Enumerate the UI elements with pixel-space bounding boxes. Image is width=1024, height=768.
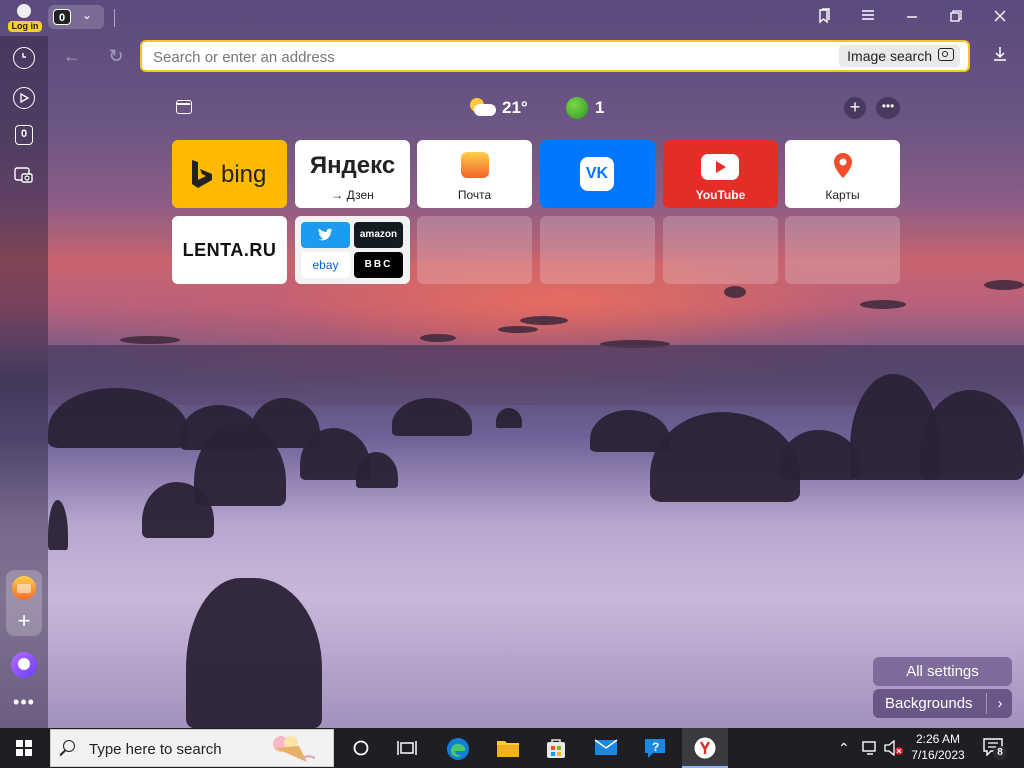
clock-time: 2:26 AM [915,732,961,746]
address-input[interactable] [151,46,815,68]
login-label: Log in [8,21,42,32]
login-button[interactable]: Log in [6,3,42,33]
add-app-icon[interactable]: + [12,610,36,632]
network-icon[interactable] [862,740,880,756]
back-arrow-icon[interactable]: ← [62,46,82,66]
tile-lenta[interactable]: LENTA.RU [172,216,287,284]
history-icon[interactable] [13,47,35,69]
taskbar-search-box[interactable]: Type here to search [50,729,334,767]
cortana-icon[interactable] [350,737,374,759]
download-icon[interactable] [990,46,1010,66]
notification-count: 8 [993,746,1007,760]
temperature: 21° [502,98,528,117]
screenshot-icon[interactable] [13,166,35,188]
bookmarks-icon[interactable] [814,8,834,28]
twitter-tile[interactable] [301,222,350,248]
edge-icon[interactable] [446,737,470,760]
tile-vk[interactable]: VK [540,140,655,208]
mail-icon[interactable] [594,737,618,759]
tile-multi[interactable]: amazon ebay BBC [295,216,410,284]
bing-label: bing [221,161,267,188]
reload-icon[interactable]: ↻ [106,46,126,66]
backgrounds-button[interactable]: Backgrounds › [873,689,1012,718]
map-pin-icon [834,153,852,178]
amazon-tile[interactable]: amazon [354,222,403,248]
taskbar-search-placeholder: Type here to search [89,741,222,758]
youtube-play-icon [701,154,739,180]
mail-envelope-icon [461,152,489,178]
more-icon[interactable]: ••• [12,692,36,713]
search-icon [63,740,75,752]
play-icon[interactable] [13,87,35,109]
maps-label: Карты [825,188,860,202]
volume-muted-icon[interactable] [884,740,904,756]
tile-mail[interactable]: Почта [417,140,532,208]
image-search-label: Image search [847,48,932,64]
tile-bing[interactable]: bing [172,140,287,208]
youtube-label: YouTube [695,188,746,202]
mail-label: Почта [457,188,492,202]
image-search-button[interactable]: Image search [839,45,960,67]
bing-logo-icon [192,160,212,188]
more-options-button[interactable]: ••• [876,97,900,119]
traffic-ball-icon[interactable] [566,97,588,119]
file-explorer-icon[interactable] [496,737,520,759]
yandex-subtitle: → Дзен [331,188,374,202]
address-bar: Image search [140,40,970,72]
empty-tile-slot[interactable] [417,216,532,284]
menu-icon[interactable] [858,8,878,28]
tile-yandex[interactable]: Яндекс → Дзен [295,140,410,208]
sidebar: 0 + ••• [0,36,48,728]
close-icon[interactable] [990,8,1010,28]
yandex-browser-icon [694,737,716,759]
cloud-shape [474,104,496,116]
tab-count: 0 [53,9,71,25]
chevron-right-icon[interactable]: › [991,689,1009,718]
svg-text:?: ? [652,740,659,754]
tile-maps[interactable]: Карты [785,140,900,208]
help-icon[interactable]: ? [643,737,667,759]
lenta-logo-text: LENTA.RU [182,240,277,260]
tabs-button[interactable]: 0 ⌄ [48,5,104,29]
yandex-browser-taskbar-button[interactable] [682,728,728,768]
empty-tile-slot[interactable] [540,216,655,284]
user-icon [17,4,31,18]
empty-tile-slot[interactable] [785,216,900,284]
restore-icon[interactable] [946,8,966,28]
store-icon[interactable] [545,737,569,759]
alice-assistant-icon[interactable] [11,652,37,678]
add-tile-button[interactable]: + [844,97,866,119]
minimize-icon[interactable] [902,8,922,28]
camera-icon [938,48,954,61]
title-separator [114,9,115,27]
divider [986,693,987,714]
tabs-counter[interactable]: 0 [15,125,33,145]
twitter-bird-icon [318,228,333,241]
all-settings-button[interactable]: All settings [873,657,1012,686]
empty-tile-slot[interactable] [663,216,778,284]
ice-cream-icon [273,736,316,762]
bbc-tile[interactable]: BBC [354,252,403,278]
ebay-tile[interactable]: ebay [301,252,350,278]
windows-start-icon[interactable] [16,740,32,756]
notifications-button[interactable]: 8 [983,738,1007,760]
title-bar: Log in 0 ⌄ [0,0,1024,36]
taskbar: Type here to search ? ⌃ 2:26 AM 7/16/202… [0,728,1024,768]
mail-app-icon[interactable] [12,576,36,600]
chevron-down-icon: ⌄ [82,8,93,22]
traffic-score: 1 [595,98,605,117]
task-view-icon[interactable] [396,737,420,759]
collections-icon[interactable] [176,100,192,114]
vk-logo-icon: VK [580,157,614,191]
clock-date: 7/16/2023 [911,748,965,762]
chevron-up-icon[interactable]: ⌃ [838,740,850,757]
tile-youtube[interactable]: YouTube [663,140,778,208]
clock[interactable]: 2:26 AM 7/16/2023 [906,731,970,763]
yandex-logo-text: Яндекс [309,152,396,179]
backgrounds-label: Backgrounds [885,695,973,712]
